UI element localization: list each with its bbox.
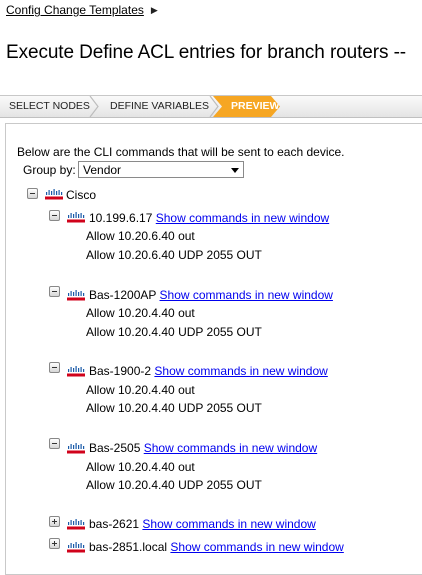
command-line: Allow 10.20.6.40 out bbox=[86, 229, 195, 243]
cisco-logo-icon bbox=[67, 212, 85, 223]
show-commands-link[interactable]: Show commands in new window bbox=[144, 441, 317, 455]
chevron-down-icon bbox=[231, 168, 239, 173]
breadcrumb-arrow-icon: ▶ bbox=[150, 4, 158, 15]
tree-node: 10.199.6.17 Show commands in new window bbox=[89, 211, 329, 225]
cisco-logo-icon bbox=[45, 189, 63, 200]
node-name: 10.199.6.17 bbox=[89, 211, 153, 225]
cisco-logo-icon bbox=[67, 542, 85, 553]
tree-node: bas-2621 Show commands in new window bbox=[89, 517, 316, 531]
tree-node: Bas-1200AP Show commands in new window bbox=[89, 288, 333, 302]
command-line: Allow 10.20.4.40 UDP 2055 OUT bbox=[86, 325, 262, 339]
step-separator-icon bbox=[89, 96, 99, 117]
cisco-logo-icon bbox=[67, 290, 85, 301]
intro-text: Below are the CLI commands that will be … bbox=[17, 145, 345, 159]
collapse-toggle-icon[interactable] bbox=[49, 362, 60, 373]
show-commands-link[interactable]: Show commands in new window bbox=[156, 211, 329, 225]
show-commands-link[interactable]: Show commands in new window bbox=[170, 540, 343, 554]
collapse-toggle-icon[interactable] bbox=[49, 286, 60, 297]
step-select-nodes[interactable]: SELECT NODES bbox=[9, 96, 90, 117]
show-commands-link[interactable]: Show commands in new window bbox=[142, 517, 315, 531]
tree-root-label: Cisco bbox=[66, 188, 97, 202]
command-line: Allow 10.20.4.40 UDP 2055 OUT bbox=[86, 401, 262, 415]
cisco-logo-icon bbox=[67, 366, 85, 377]
wizard-steps: SELECT NODES DEFINE VARIABLES PREVIEW bbox=[0, 95, 422, 118]
page-title: Execute Define ACL entries for branch ro… bbox=[6, 42, 407, 63]
breadcrumb: Config Change Templates ▶ bbox=[6, 3, 158, 17]
command-line: Allow 10.20.4.40 out bbox=[86, 306, 195, 320]
step-define-variables[interactable]: DEFINE VARIABLES bbox=[110, 96, 209, 117]
expand-toggle-icon[interactable] bbox=[49, 538, 60, 549]
collapse-toggle-icon[interactable] bbox=[49, 438, 60, 449]
command-line: Allow 10.20.4.40 UDP 2055 OUT bbox=[86, 478, 262, 492]
collapse-toggle-icon[interactable] bbox=[27, 188, 38, 199]
node-name: Bas-1200AP bbox=[89, 288, 157, 302]
node-name: bas-2621 bbox=[89, 517, 140, 531]
step-preview[interactable]: PREVIEW bbox=[213, 96, 280, 117]
collapse-toggle-icon[interactable] bbox=[49, 210, 60, 221]
expand-toggle-icon[interactable] bbox=[49, 516, 60, 527]
tree-node: Bas-1900-2 Show commands in new window bbox=[89, 364, 328, 378]
group-by-value: Vendor bbox=[83, 163, 122, 177]
group-by-label: Group by: bbox=[23, 163, 76, 177]
command-line: Allow 10.20.4.40 out bbox=[86, 383, 195, 397]
show-commands-link[interactable]: Show commands in new window bbox=[154, 364, 327, 378]
cisco-logo-icon bbox=[67, 443, 85, 454]
node-name: Bas-2505 bbox=[89, 441, 141, 455]
group-by-select[interactable]: Vendor bbox=[78, 161, 244, 178]
command-line: Allow 10.20.4.40 out bbox=[86, 460, 195, 474]
node-name: Bas-1900-2 bbox=[89, 364, 152, 378]
tree-node: Bas-2505 Show commands in new window bbox=[89, 441, 317, 455]
node-name: bas-2851.local bbox=[89, 540, 168, 554]
breadcrumb-config-change-templates[interactable]: Config Change Templates bbox=[6, 3, 144, 17]
show-commands-link[interactable]: Show commands in new window bbox=[160, 288, 333, 302]
tree-node: bas-2851.local Show commands in new wind… bbox=[89, 540, 344, 554]
command-line: Allow 10.20.6.40 UDP 2055 OUT bbox=[86, 248, 262, 262]
cisco-logo-icon bbox=[67, 519, 85, 530]
step-preview-label: PREVIEW bbox=[231, 100, 280, 112]
